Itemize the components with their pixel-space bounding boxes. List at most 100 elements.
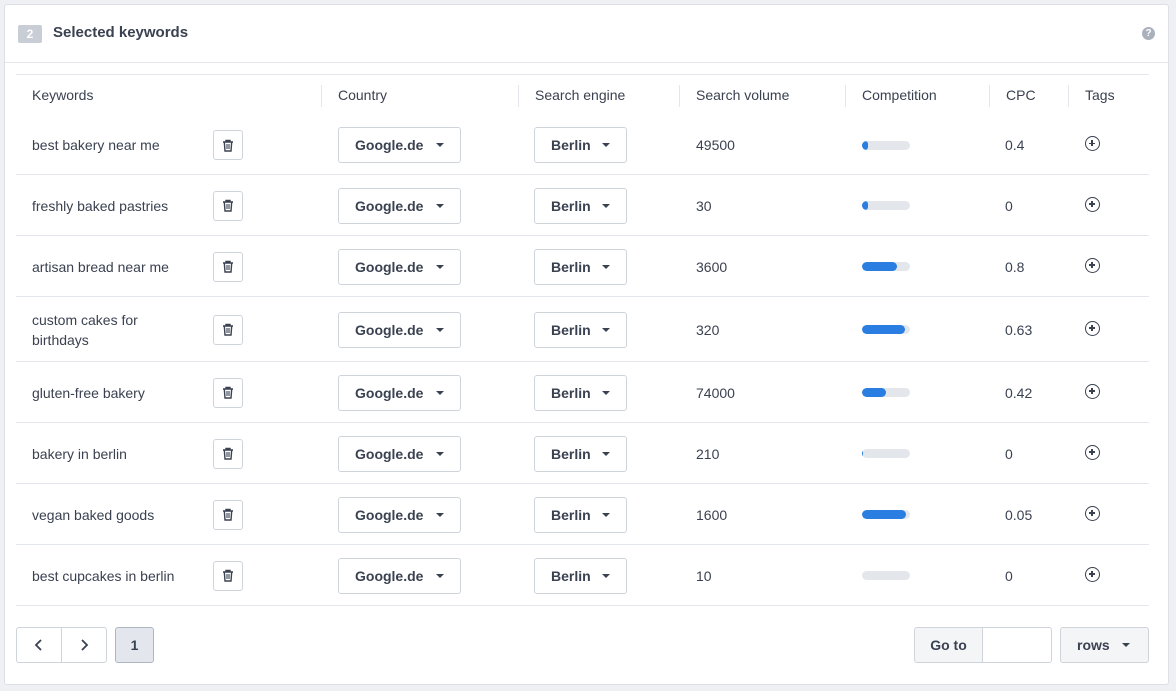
country-value: Google.de	[355, 567, 424, 584]
delete-keyword-button[interactable]	[213, 130, 243, 160]
column-header-country: Country	[321, 85, 387, 107]
keyword-text: custom cakes for birthdays	[32, 311, 138, 348]
delete-keyword-button[interactable]	[213, 251, 243, 282]
go-to-button[interactable]: Go to	[914, 627, 983, 663]
keyword-text: gluten-free bakery	[32, 384, 145, 401]
rows-per-page-dropdown[interactable]: rows	[1060, 627, 1149, 663]
help-icon[interactable]: ?	[1142, 27, 1155, 40]
country-value: Google.de	[355, 384, 424, 401]
delete-keyword-button[interactable]	[213, 314, 243, 345]
search-engine-value: Berlin	[551, 197, 591, 214]
competition-bar-fill	[862, 510, 907, 519]
caret-down-icon	[436, 390, 444, 395]
search-engine-dropdown[interactable]: Berlin	[534, 248, 627, 285]
step-badge: 2	[18, 25, 42, 43]
cpc-value: 0.8	[1005, 258, 1025, 275]
table-row: artisan bread near me Google.de Berlin 3600…	[16, 236, 1149, 297]
next-page-button[interactable]	[62, 627, 107, 663]
caret-down-icon	[436, 512, 444, 517]
cpc-value: 0.63	[1005, 321, 1033, 338]
search-volume-value: 49500	[696, 137, 735, 153]
add-tag-icon[interactable]	[1085, 566, 1100, 582]
add-tag-icon[interactable]	[1085, 505, 1100, 521]
add-tag-icon[interactable]	[1085, 196, 1100, 212]
country-dropdown[interactable]: Google.de	[338, 311, 461, 348]
column-header-keywords: Keywords	[32, 87, 94, 103]
competition-bar	[862, 388, 910, 397]
search-engine-value: Berlin	[551, 384, 591, 401]
keyword-text: best bakery near me	[32, 137, 160, 153]
search-volume-value: 210	[696, 445, 720, 462]
go-to-page-input[interactable]	[982, 627, 1052, 663]
country-dropdown[interactable]: Google.de	[338, 187, 461, 224]
table-body: best bakery near me Google.de Berlin 49500 0…	[16, 115, 1149, 606]
cpc-value: 0	[1005, 197, 1013, 214]
panel-header: 2 Selected keywords ?	[5, 5, 1168, 63]
search-engine-dropdown[interactable]: Berlin	[534, 496, 627, 533]
search-engine-dropdown[interactable]: Berlin	[534, 187, 627, 224]
caret-down-icon	[436, 573, 444, 578]
add-tag-icon[interactable]	[1085, 444, 1100, 460]
keyword-text: artisan bread near me	[32, 258, 169, 275]
trash-icon	[223, 447, 233, 460]
delete-keyword-button[interactable]	[213, 499, 243, 530]
keywords-table: Keywords Country Search engine Search vo…	[16, 74, 1149, 606]
search-volume-value: 30	[696, 197, 712, 214]
country-value: Google.de	[355, 445, 424, 462]
trash-icon	[223, 139, 233, 152]
search-engine-dropdown[interactable]: Berlin	[534, 311, 627, 348]
panel-title: Selected keywords	[53, 24, 189, 41]
competition-bar-fill	[862, 201, 868, 210]
cpc-value: 0.4	[1005, 137, 1025, 153]
cpc-value: 0	[1005, 445, 1013, 462]
cpc-value: 0.42	[1005, 384, 1033, 401]
competition-bar	[862, 510, 910, 519]
add-tag-icon[interactable]	[1085, 383, 1100, 399]
delete-keyword-button[interactable]	[213, 438, 243, 469]
search-engine-value: Berlin	[551, 137, 591, 153]
search-volume-value: 320	[696, 321, 720, 338]
country-value: Google.de	[355, 506, 424, 523]
previous-page-button[interactable]	[16, 627, 62, 663]
delete-keyword-button[interactable]	[213, 560, 243, 591]
caret-down-icon	[1122, 643, 1130, 647]
table-header: Keywords Country Search engine Search vo…	[16, 75, 1149, 115]
add-tag-icon[interactable]	[1085, 257, 1100, 273]
country-dropdown[interactable]: Google.de	[338, 248, 461, 285]
trash-icon	[223, 569, 233, 582]
trash-icon	[223, 508, 233, 521]
add-tag-icon[interactable]	[1085, 136, 1100, 151]
competition-bar	[862, 449, 910, 458]
search-engine-value: Berlin	[551, 506, 591, 523]
trash-icon	[223, 386, 233, 399]
current-page-button[interactable]: 1	[115, 627, 154, 663]
column-header-search-engine: Search engine	[518, 85, 625, 107]
keyword-text: vegan baked goods	[32, 506, 155, 523]
competition-bar	[862, 140, 910, 150]
country-dropdown[interactable]: Google.de	[338, 435, 461, 472]
search-volume-value: 1600	[696, 506, 728, 523]
country-dropdown[interactable]: Google.de	[338, 557, 461, 594]
add-tag-icon[interactable]	[1085, 320, 1100, 336]
search-engine-dropdown[interactable]: Berlin	[534, 127, 627, 163]
keyword-text: best cupcakes in berlin	[32, 567, 175, 584]
competition-bar-fill	[862, 325, 906, 334]
country-dropdown[interactable]: Google.de	[338, 127, 461, 163]
delete-keyword-button[interactable]	[213, 190, 243, 221]
competition-bar-fill	[862, 262, 897, 271]
table-row: gluten-free bakery Google.de Berlin 74000 0.…	[16, 362, 1149, 423]
pagination: 1	[16, 627, 154, 663]
delete-keyword-button[interactable]	[213, 377, 243, 408]
trash-icon	[223, 323, 233, 336]
search-engine-dropdown[interactable]: Berlin	[534, 374, 627, 411]
caret-down-icon	[436, 203, 444, 208]
country-dropdown[interactable]: Google.de	[338, 496, 461, 533]
caret-down-icon	[602, 264, 610, 269]
search-engine-dropdown[interactable]: Berlin	[534, 557, 627, 594]
trash-icon	[223, 199, 233, 212]
country-dropdown[interactable]: Google.de	[338, 374, 461, 411]
caret-down-icon	[602, 327, 610, 332]
search-engine-value: Berlin	[551, 321, 591, 338]
caret-down-icon	[436, 264, 444, 269]
search-engine-dropdown[interactable]: Berlin	[534, 435, 627, 472]
